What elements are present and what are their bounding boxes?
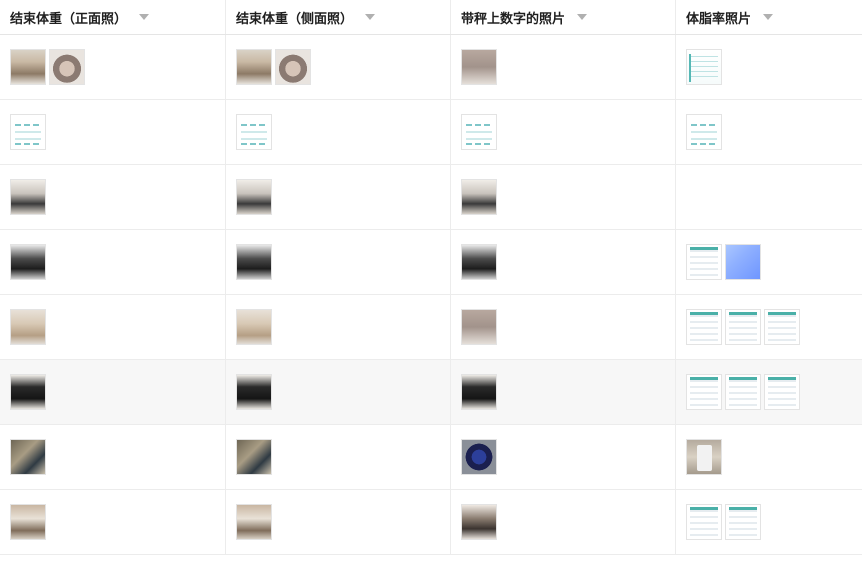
attachment-thumbnail[interactable] bbox=[236, 309, 272, 345]
column-header-scale-photo[interactable]: 带秤上数字的照片 bbox=[451, 0, 676, 34]
table-cell[interactable] bbox=[676, 100, 862, 164]
table-cell[interactable] bbox=[0, 295, 226, 359]
attachment-thumbnail[interactable] bbox=[725, 309, 761, 345]
table-cell[interactable] bbox=[451, 360, 676, 424]
table-row bbox=[0, 360, 862, 425]
attachment-thumbnail[interactable] bbox=[236, 244, 272, 280]
attachment-thumbnail[interactable] bbox=[236, 179, 272, 215]
table-cell[interactable] bbox=[226, 35, 451, 99]
table-cell[interactable] bbox=[0, 360, 226, 424]
attachment-thumbnail[interactable] bbox=[686, 439, 722, 475]
attachment-thumbnail[interactable] bbox=[10, 504, 46, 540]
table-row bbox=[0, 230, 862, 295]
table-cell[interactable] bbox=[451, 490, 676, 554]
table-cell[interactable] bbox=[226, 295, 451, 359]
attachment-thumbnail[interactable] bbox=[461, 49, 497, 85]
column-header-side-photo[interactable]: 结束体重（侧面照） bbox=[226, 0, 451, 34]
table-cell[interactable] bbox=[676, 360, 862, 424]
attachment-thumbnail[interactable] bbox=[10, 179, 46, 215]
table-cell[interactable] bbox=[676, 295, 862, 359]
attachment-thumbnail[interactable] bbox=[10, 49, 46, 85]
table-cell[interactable] bbox=[0, 100, 226, 164]
table-cell[interactable] bbox=[226, 360, 451, 424]
table-cell[interactable] bbox=[226, 165, 451, 229]
attachment-thumbnail[interactable] bbox=[461, 374, 497, 410]
table-body bbox=[0, 35, 862, 555]
table-row bbox=[0, 35, 862, 100]
column-header-front-photo[interactable]: 结束体重（正面照） bbox=[0, 0, 226, 34]
table-header: 结束体重（正面照） 结束体重（侧面照） 带秤上数字的照片 体脂率照片 bbox=[0, 0, 862, 35]
attachment-thumbnail[interactable] bbox=[461, 439, 497, 475]
chevron-down-icon[interactable] bbox=[577, 14, 588, 20]
column-header-bodyfat-photo[interactable]: 体脂率照片 bbox=[676, 0, 862, 34]
table-cell[interactable] bbox=[676, 230, 862, 294]
table-cell[interactable] bbox=[451, 230, 676, 294]
table-cell[interactable] bbox=[676, 35, 862, 99]
table-cell[interactable] bbox=[451, 165, 676, 229]
attachment-thumbnail[interactable] bbox=[461, 114, 497, 150]
table-cell[interactable] bbox=[676, 165, 862, 229]
attachment-thumbnail[interactable] bbox=[10, 244, 46, 280]
table-cell[interactable] bbox=[226, 425, 451, 489]
attachment-thumbnail[interactable] bbox=[236, 439, 272, 475]
attachment-thumbnail[interactable] bbox=[686, 374, 722, 410]
table-cell[interactable] bbox=[226, 230, 451, 294]
table-cell[interactable] bbox=[226, 100, 451, 164]
attachment-thumbnail[interactable] bbox=[10, 309, 46, 345]
attachments-table: 结束体重（正面照） 结束体重（侧面照） 带秤上数字的照片 体脂率照片 bbox=[0, 0, 862, 577]
attachment-thumbnail[interactable] bbox=[725, 374, 761, 410]
column-header-label: 体脂率照片 bbox=[686, 11, 752, 27]
attachment-thumbnail[interactable] bbox=[10, 439, 46, 475]
attachment-thumbnail[interactable] bbox=[686, 244, 722, 280]
attachment-thumbnail[interactable] bbox=[725, 244, 761, 280]
table-row bbox=[0, 295, 862, 360]
table-cell[interactable] bbox=[0, 165, 226, 229]
attachment-thumbnail[interactable] bbox=[236, 374, 272, 410]
attachment-thumbnail[interactable] bbox=[725, 504, 761, 540]
attachment-thumbnail[interactable] bbox=[236, 114, 272, 150]
table-cell[interactable] bbox=[451, 35, 676, 99]
attachment-thumbnail[interactable] bbox=[10, 114, 46, 150]
table-cell[interactable] bbox=[676, 425, 862, 489]
attachment-thumbnail[interactable] bbox=[764, 309, 800, 345]
attachment-thumbnail[interactable] bbox=[461, 179, 497, 215]
attachment-thumbnail[interactable] bbox=[461, 244, 497, 280]
attachment-thumbnail[interactable] bbox=[461, 309, 497, 345]
table-row bbox=[0, 165, 862, 230]
table-row bbox=[0, 490, 862, 555]
column-header-label: 结束体重（侧面照） bbox=[236, 11, 354, 27]
attachment-thumbnail[interactable] bbox=[461, 504, 497, 540]
attachment-thumbnail[interactable] bbox=[686, 504, 722, 540]
table-cell[interactable] bbox=[0, 490, 226, 554]
table-cell[interactable] bbox=[451, 100, 676, 164]
attachment-thumbnail[interactable] bbox=[686, 49, 722, 85]
table-row bbox=[0, 100, 862, 165]
attachment-thumbnail[interactable] bbox=[686, 114, 722, 150]
table-cell[interactable] bbox=[0, 230, 226, 294]
column-header-label: 带秤上数字的照片 bbox=[461, 11, 566, 27]
table-cell[interactable] bbox=[0, 425, 226, 489]
attachment-thumbnail[interactable] bbox=[764, 374, 800, 410]
attachment-thumbnail[interactable] bbox=[236, 49, 272, 85]
table-cell[interactable] bbox=[676, 490, 862, 554]
attachment-thumbnail[interactable] bbox=[49, 49, 85, 85]
attachment-thumbnail[interactable] bbox=[275, 49, 311, 85]
table-cell[interactable] bbox=[451, 425, 676, 489]
table-cell[interactable] bbox=[451, 295, 676, 359]
attachment-thumbnail[interactable] bbox=[236, 504, 272, 540]
chevron-down-icon[interactable] bbox=[763, 14, 774, 20]
attachment-thumbnail[interactable] bbox=[686, 309, 722, 345]
chevron-down-icon[interactable] bbox=[365, 14, 376, 20]
table-cell[interactable] bbox=[226, 490, 451, 554]
attachment-thumbnail[interactable] bbox=[10, 374, 46, 410]
table-cell[interactable] bbox=[0, 35, 226, 99]
table-row bbox=[0, 425, 862, 490]
column-header-label: 结束体重（正面照） bbox=[10, 11, 128, 27]
chevron-down-icon[interactable] bbox=[139, 14, 150, 20]
